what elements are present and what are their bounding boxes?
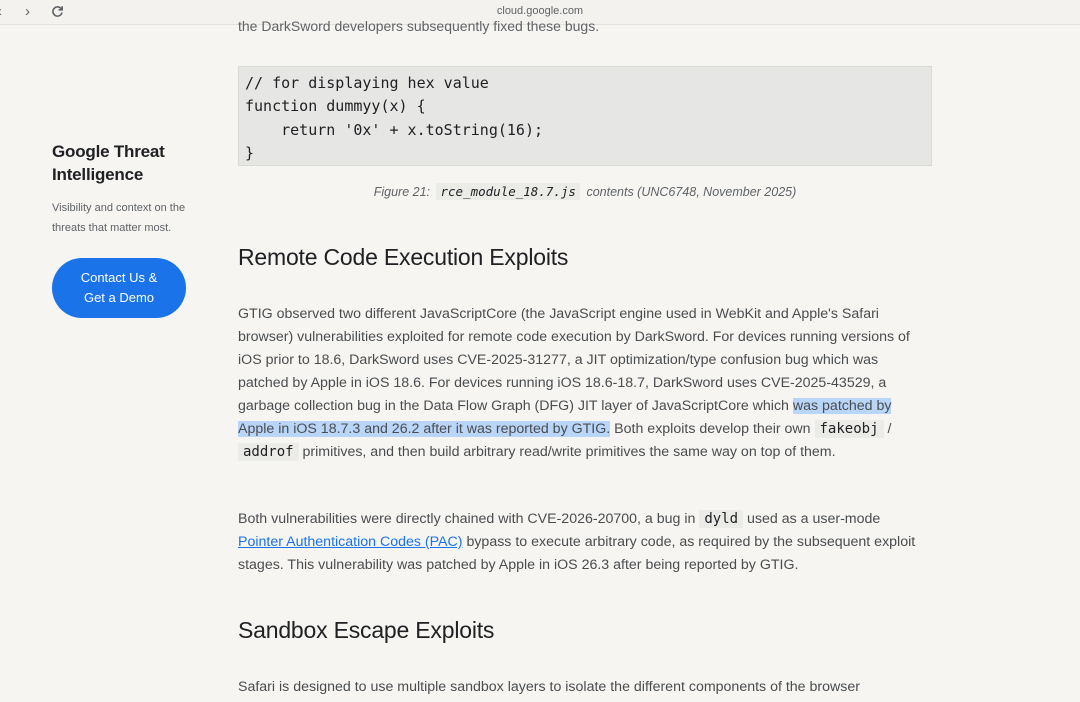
- section-heading-rce: Remote Code Execution Exploits: [238, 244, 569, 270]
- paragraph-text: Both vulnerabilities were directly chain…: [238, 511, 700, 527]
- paragraph-sandbox: Safari is designed to use multiple sandb…: [238, 679, 860, 695]
- paragraph-text: used as a user-mode: [743, 511, 881, 527]
- caption-suffix: contents (UNC6748, November 2025): [586, 185, 797, 199]
- figure-caption: Figure 21: rce_module_18.7.js contents (…: [238, 183, 932, 200]
- paragraph-text: Both exploits develop their own: [610, 421, 815, 437]
- inline-code-fakeobj: fakeobj: [814, 420, 884, 438]
- code-block: // for displaying hex value function dumm…: [238, 66, 932, 166]
- caption-filename: rce_module_18.7.js: [436, 183, 580, 200]
- caption-prefix: Figure 21:: [373, 185, 430, 199]
- pac-link[interactable]: Pointer Authentication Codes (PAC): [238, 534, 463, 550]
- code-line: }: [245, 143, 255, 162]
- sidebar: Google Threat Intelligence Visibility an…: [52, 140, 202, 318]
- paragraph-rce: GTIG observed two different JavaScriptCo…: [238, 303, 928, 464]
- code-line: return '0x' + x.toString(16);: [245, 120, 544, 139]
- code-line: // for displaying hex value: [245, 74, 489, 92]
- code-line: function dummyy(x) {: [245, 97, 426, 116]
- separator-text: /: [883, 421, 892, 437]
- sidebar-description: Visibility and context on the threats th…: [52, 202, 186, 234]
- paragraph-text: primitives, and then build arbitrary rea…: [298, 444, 836, 460]
- section-heading-sandbox: Sandbox Escape Exploits: [238, 617, 495, 643]
- partially-hidden-text: the DarkSword developers subsequently fi…: [238, 18, 600, 34]
- inline-code-dyld: dyld: [699, 510, 744, 528]
- inline-code-addrof: addrof: [238, 443, 299, 461]
- paragraph-chain: Both vulnerabilities were directly chain…: [238, 508, 928, 577]
- sidebar-title: Google Threat Intelligence: [52, 142, 165, 184]
- contact-us-button[interactable]: Contact Us & Get a Demo: [52, 258, 186, 318]
- address-bar[interactable]: cloud.google.com: [0, 5, 1080, 17]
